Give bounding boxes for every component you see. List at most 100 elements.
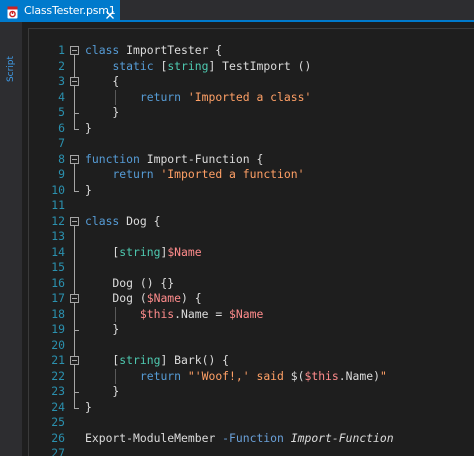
line-number: 22 — [51, 368, 65, 383]
code-token: [ — [153, 58, 168, 73]
code-line[interactable]: 7 — [29, 136, 474, 152]
line-number: 3 — [58, 74, 65, 88]
code-token: string — [119, 353, 161, 367]
code-editor[interactable]: 1 class ImportTester {2 static [string] T… — [22, 22, 474, 456]
code-line[interactable]: 10} — [29, 182, 474, 199]
code-line[interactable]: 21 [string] Bark() { — [29, 353, 474, 369]
code-token: -Function — [222, 430, 284, 445]
line-number: 7 — [58, 136, 65, 150]
code-token: [ — [85, 244, 120, 259]
code-token: } — [85, 120, 92, 135]
code-line[interactable]: 1 class ImportTester { — [29, 43, 474, 59]
code-line[interactable]: 17 Dog ($Name) { — [29, 291, 474, 307]
line-text: function Import-Function { — [85, 152, 263, 168]
line-number: 11 — [51, 198, 65, 212]
code-token: Dog { — [119, 213, 161, 228]
line-text: Dog ($Name) { — [85, 291, 202, 307]
code-line[interactable]: 27 — [29, 446, 474, 456]
code-line[interactable]: 18 $this.Name = $Name — [29, 306, 474, 322]
code-line[interactable]: 13 — [29, 229, 474, 245]
code-token: ) { — [181, 291, 202, 305]
code-token: $Name — [229, 306, 264, 321]
line-number: 21 — [51, 353, 65, 367]
code-token: string — [167, 58, 209, 73]
tab-title: ClassTester.psm1 — [24, 3, 116, 17]
code-line[interactable]: 12 class Dog { — [29, 213, 474, 230]
code-line[interactable]: 6} — [29, 120, 474, 137]
line-text: [string] Bark() { — [85, 353, 229, 369]
code-token: $( — [290, 368, 305, 383]
line-number: 12 — [51, 213, 65, 228]
fold-gutter — [68, 244, 82, 260]
code-token: class — [85, 43, 120, 57]
code-line[interactable]: 23 } — [29, 384, 474, 400]
code-line[interactable]: 3 { — [29, 74, 474, 90]
fold-gutter — [68, 152, 82, 167]
code-token: return — [112, 167, 154, 181]
code-line[interactable]: 15 — [29, 260, 474, 276]
code-token: 'Imported a class' — [187, 89, 312, 104]
line-number: 17 — [51, 291, 65, 305]
code-line[interactable]: 20 — [29, 337, 474, 353]
code-token: ImportTester { — [119, 43, 223, 57]
code-token: Import-Function { — [139, 151, 264, 166]
code-line[interactable]: 9 return 'Imported a function' — [29, 167, 474, 183]
fold-gutter — [68, 353, 82, 369]
code-token: } — [85, 384, 120, 398]
line-text: { — [85, 74, 119, 90]
code-line[interactable]: 8 function Import-Function { — [29, 152, 474, 168]
line-number: 18 — [51, 306, 65, 321]
editor-border-top — [28, 28, 474, 29]
code-token: return — [139, 368, 182, 383]
line-number: 6 — [58, 120, 65, 135]
code-token: [ — [85, 353, 120, 367]
code-token: } — [85, 182, 92, 197]
close-icon[interactable] — [105, 5, 115, 19]
code-line[interactable]: 2 static [string] TestImport () — [29, 58, 474, 74]
fold-gutter — [68, 415, 82, 431]
fold-gutter — [68, 182, 82, 199]
line-text: } — [85, 322, 119, 338]
powershell-file-icon — [6, 4, 19, 18]
code-token: $this — [304, 368, 339, 383]
indent-guide — [115, 306, 117, 322]
side-tab-script[interactable]: Script — [4, 56, 18, 82]
code-line[interactable]: 16 Dog () {} — [29, 275, 474, 291]
code-line[interactable]: 4 return 'Imported a class' — [29, 89, 474, 105]
code-line[interactable]: 11 — [29, 198, 474, 214]
line-text: class ImportTester { — [85, 43, 222, 59]
fold-gutter — [68, 384, 82, 400]
line-number: 24 — [51, 399, 65, 414]
line-number: 5 — [58, 105, 65, 119]
line-number: 9 — [58, 167, 65, 181]
code-line[interactable]: 26 Export-ModuleMember -Function Import-F… — [29, 431, 474, 447]
code-line[interactable]: 25 — [29, 415, 474, 431]
fold-gutter — [68, 43, 82, 59]
code-line[interactable]: 5 } — [29, 105, 474, 121]
line-number: 25 — [51, 415, 65, 429]
code-line[interactable]: 24} — [29, 399, 474, 416]
code-line[interactable]: 22 return "'Woof!,' said $($this.Name)" — [29, 368, 474, 384]
editor-window: ClassTester.psm1 Script 1 class ImportTes… — [0, 0, 474, 456]
fold-gutter — [68, 306, 82, 322]
code-lines[interactable]: 1 class ImportTester {2 static [string] T… — [29, 43, 474, 456]
line-text: class Dog { — [85, 214, 160, 230]
indent-guide — [115, 368, 117, 384]
tab-classtester[interactable]: ClassTester.psm1 — [0, 0, 120, 20]
code-line[interactable]: 14 [string]$Name — [29, 244, 474, 260]
fold-gutter — [68, 89, 82, 105]
line-number: 2 — [58, 58, 65, 73]
fold-gutter — [68, 322, 82, 338]
code-token: $Name — [146, 291, 182, 305]
line-number: 1 — [58, 43, 65, 57]
line-number: 23 — [51, 384, 65, 398]
line-text: } — [85, 400, 92, 416]
fold-gutter — [68, 74, 82, 90]
code-token: "'Woof!,' said — [187, 368, 291, 383]
code-line[interactable]: 19 } — [29, 322, 474, 338]
